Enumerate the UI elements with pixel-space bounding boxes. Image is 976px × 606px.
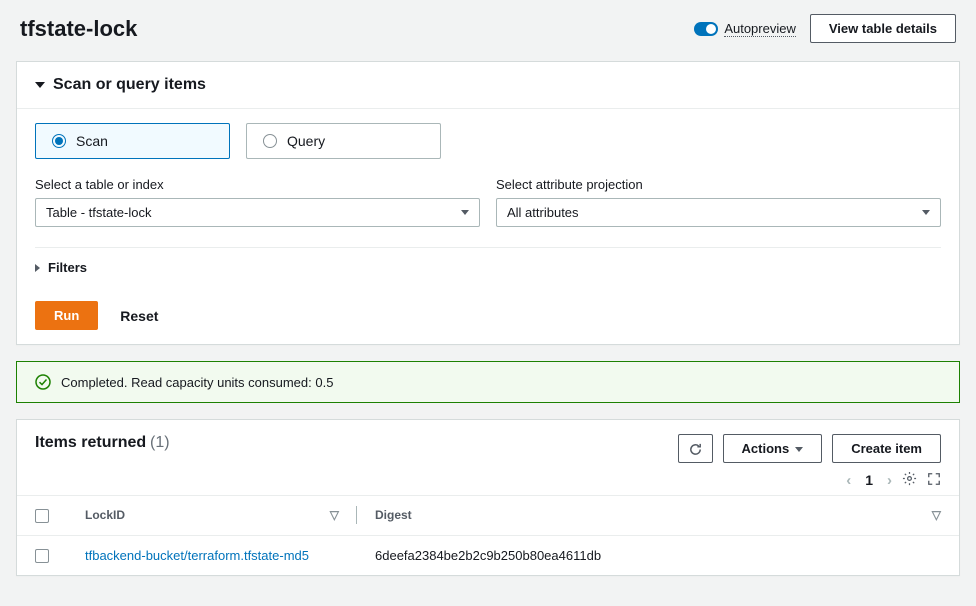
projection-select-label: Select attribute projection: [496, 177, 941, 192]
toggle-icon: [694, 22, 718, 36]
radio-query[interactable]: Query: [246, 123, 441, 159]
items-table: LockID ▽ Digest ▽ tfbackend-bucket/terra…: [17, 495, 959, 575]
refresh-icon: [688, 442, 703, 457]
column-digest[interactable]: Digest ▽: [357, 496, 959, 536]
pager: ‹ 1 ›: [846, 471, 941, 489]
chevron-down-icon: [922, 210, 930, 215]
check-circle-icon: [35, 374, 51, 390]
items-title: Items returned: [35, 434, 146, 451]
radio-query-label: Query: [287, 133, 325, 149]
items-count: (1): [150, 434, 170, 451]
projection-select[interactable]: All attributes: [496, 198, 941, 227]
actions-dropdown[interactable]: Actions: [723, 434, 823, 463]
radio-scan-label: Scan: [76, 133, 108, 149]
autopreview-label: Autopreview: [724, 21, 796, 37]
actions-label: Actions: [742, 441, 790, 456]
projection-select-value: All attributes: [507, 205, 579, 220]
digest-value: 6deefa2384be2b2c9b250b80ea4611db: [375, 548, 601, 563]
chevron-down-icon: [461, 210, 469, 215]
column-lockid-label: LockID: [85, 508, 125, 522]
scan-action-row: Run Reset: [35, 301, 941, 330]
reset-button[interactable]: Reset: [120, 308, 158, 324]
table-row: tfbackend-bucket/terraform.tfstate-md5 6…: [17, 535, 959, 575]
filters-toggle[interactable]: Filters: [35, 247, 941, 287]
items-panel: Items returned (1) Actions Create item ‹…: [16, 419, 960, 576]
create-item-button[interactable]: Create item: [832, 434, 941, 463]
lockid-link[interactable]: tfbackend-bucket/terraform.tfstate-md5: [85, 548, 309, 563]
radio-scan[interactable]: Scan: [35, 123, 230, 159]
table-select-value: Table - tfstate-lock: [46, 205, 152, 220]
table-select[interactable]: Table - tfstate-lock: [35, 198, 480, 227]
table-select-label: Select a table or index: [35, 177, 480, 192]
status-flash: Completed. Read capacity units consumed:…: [16, 361, 960, 403]
pager-page: 1: [861, 472, 877, 488]
scan-query-panel: Scan or query items Scan Query Select a …: [16, 61, 960, 345]
chevron-down-icon: [795, 447, 803, 452]
radio-icon: [52, 134, 66, 148]
view-table-details-button[interactable]: View table details: [810, 14, 956, 43]
page-header: tfstate-lock Autopreview View table deta…: [16, 14, 960, 43]
select-all-checkbox[interactable]: [35, 509, 49, 523]
scan-query-header[interactable]: Scan or query items: [17, 62, 959, 109]
scan-query-radio-group: Scan Query: [35, 123, 941, 159]
column-lockid[interactable]: LockID ▽: [67, 496, 357, 536]
run-button[interactable]: Run: [35, 301, 98, 330]
table-select-field: Select a table or index Table - tfstate-…: [35, 177, 480, 227]
autopreview-toggle[interactable]: Autopreview: [694, 21, 796, 37]
chevron-right-icon: [35, 264, 40, 272]
projection-select-field: Select attribute projection All attribut…: [496, 177, 941, 227]
row-checkbox[interactable]: [35, 549, 49, 563]
filters-label: Filters: [48, 260, 87, 275]
column-digest-label: Digest: [375, 508, 412, 522]
fullscreen-icon[interactable]: [927, 472, 941, 489]
settings-icon[interactable]: [902, 471, 917, 489]
items-title-wrap: Items returned (1): [35, 434, 170, 452]
page-title: tfstate-lock: [20, 16, 137, 42]
chevron-down-icon: [35, 82, 45, 88]
header-actions: Autopreview View table details: [694, 14, 956, 43]
pager-prev[interactable]: ‹: [846, 472, 851, 489]
sort-icon: ▽: [932, 508, 941, 522]
radio-icon: [263, 134, 277, 148]
pager-next[interactable]: ›: [887, 472, 892, 489]
refresh-button[interactable]: [678, 434, 713, 463]
status-message: Completed. Read capacity units consumed:…: [61, 375, 333, 390]
scan-query-title: Scan or query items: [53, 76, 206, 94]
sort-icon: ▽: [330, 508, 339, 522]
